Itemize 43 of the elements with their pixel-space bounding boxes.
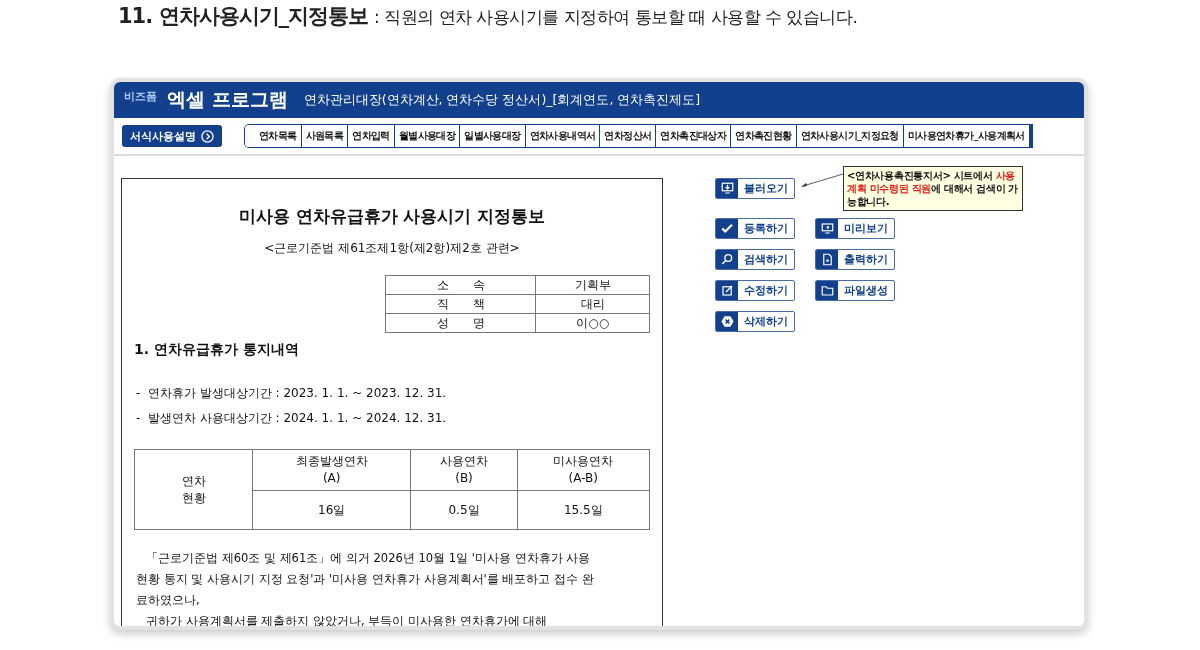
pencil-icon	[719, 283, 735, 298]
action-button[interactable]: 불러오기	[715, 178, 795, 199]
table-cell: 대리	[535, 294, 650, 314]
monitor-icon	[819, 221, 835, 236]
table-cell: 16일	[252, 490, 411, 530]
document-title: 미사용 연차유급휴가 사용시기 지정통보	[237, 205, 547, 228]
brand-logo-text: 비즈폼	[124, 88, 157, 104]
column-header: 최종발생연차 (A)	[252, 449, 411, 491]
document-subtitle: <근로기준법 제61조제1항(제2항)제2호 관련>	[263, 240, 521, 257]
section-description: : 직원의 연차 사용시기를 지정하여 통보할 때 사용할 수 있습니다.	[374, 6, 858, 29]
table-cell: 연차 현황	[134, 449, 253, 530]
table-cell: 소 속	[385, 275, 536, 295]
body-paragraph: 「근로기준법 제60조 및 제61조」에 의거 2026년 10월 1일 '미사용 연차휴가 사용현황 통지 및 사용시기 지정 요청'과 '미사용 연차휴가 사용계획서'를 배포하고 접수 완료하였으나,	[136, 550, 595, 609]
action-button[interactable]: 미리보기	[815, 218, 895, 239]
table-cell: 15.5일	[517, 490, 650, 530]
search-icon	[719, 252, 735, 267]
table-cell: 이○○	[535, 313, 650, 333]
action-button[interactable]: 출력하기	[815, 249, 895, 270]
column-header: 사용연차 (B)	[410, 449, 518, 491]
action-button[interactable]: 검색하기	[715, 249, 795, 270]
check-icon	[719, 221, 735, 236]
period-line: - 연차휴가 발생대상기간 : 2023. 1. 1. ~ 2023. 12. 31.	[136, 385, 448, 402]
monitor-download-icon	[719, 181, 735, 196]
column-header: 미사용연차 (A-B)	[517, 449, 650, 491]
action-button[interactable]: 파일생성	[815, 280, 895, 301]
table-cell: 성 명	[385, 313, 536, 333]
action-button[interactable]: 삭제하기	[715, 311, 795, 332]
table-cell: 0.5일	[410, 490, 518, 530]
section-title: 1. 연차유급휴가 통지내역	[134, 341, 300, 359]
action-button[interactable]: 수정하기	[715, 280, 795, 301]
delete-icon	[719, 314, 735, 329]
sheet-tab[interactable]: 연차목록	[245, 125, 302, 147]
folder-icon	[819, 283, 835, 298]
app-title: 연차관리대장(연차계산, 연차수당 정산서)_[회계연도, 연차촉진제도]	[303, 91, 701, 109]
chevron-circle-icon	[201, 129, 214, 143]
section-heading: 11. 연차사용시기_지정통보	[118, 3, 368, 30]
table-cell: 직 책	[385, 294, 536, 314]
table-cell: 기획부	[535, 275, 650, 295]
action-button[interactable]: 등록하기	[715, 218, 795, 239]
comment-note: <연차사용촉진통지서> 시트에서 사용계획 미수령된 직원에 대해서 검색이 가능합니다.	[843, 166, 1023, 211]
period-line: - 발생연차 사용대상기간 : 2024. 1. 1. ~ 2024. 12. 31.	[136, 410, 448, 427]
guide-button[interactable]: 서식사용설명	[122, 125, 222, 147]
brand-name: 엑셀 프로그램	[167, 87, 288, 112]
